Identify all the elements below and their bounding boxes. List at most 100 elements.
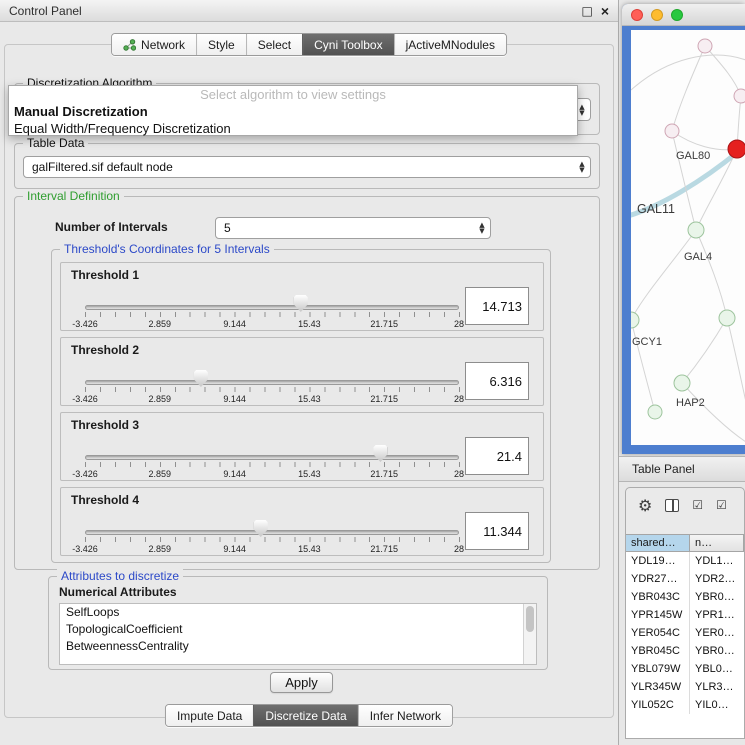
network-tab-icon xyxy=(123,39,136,51)
group-title: Threshold's Coordinates for 5 Intervals xyxy=(60,242,274,256)
table-cell: YDL19… xyxy=(626,552,690,570)
tab-infer-network[interactable]: Infer Network xyxy=(358,705,452,726)
slider-track[interactable] xyxy=(85,305,459,310)
tab-impute-data[interactable]: Impute Data xyxy=(166,705,253,726)
slider-track[interactable] xyxy=(85,455,459,460)
table-panel-header: Table Panel xyxy=(619,456,745,482)
scale-label: 28 xyxy=(454,394,464,404)
network-node[interactable] xyxy=(698,39,712,53)
tab-label: Cyni Toolbox xyxy=(314,38,382,52)
table-cell: YER054C xyxy=(626,624,690,642)
table-row[interactable]: YBR043CYBR0… xyxy=(626,588,744,606)
tab-network[interactable]: Network xyxy=(112,34,196,55)
tab-select[interactable]: Select xyxy=(246,34,302,55)
table-cell: YIL0… xyxy=(690,696,744,714)
table-row[interactable]: YPR145WYPR1… xyxy=(626,606,744,624)
scrollbar[interactable] xyxy=(523,604,536,664)
network-node[interactable] xyxy=(734,89,745,103)
slider-track[interactable] xyxy=(85,530,459,535)
table-row[interactable]: YLR345WYLR3… xyxy=(626,678,744,696)
list-item[interactable]: BetweennessCentrality xyxy=(60,638,536,655)
interval-definition-group: Interval Definition Number of Intervals … xyxy=(14,196,600,570)
cyni-mode-tab-bar: Impute Data Discretize Data Infer Networ… xyxy=(165,704,453,727)
algorithm-dropdown-popup: Select algorithm to view settings Manual… xyxy=(8,85,578,136)
tab-jactivemnodules[interactable]: jActiveMNodules xyxy=(394,34,506,55)
network-window-titlebar xyxy=(622,4,745,26)
dropdown-option-equal-width-frequency[interactable]: Equal Width/Frequency Discretization xyxy=(9,120,577,137)
zoom-traffic-light-icon[interactable] xyxy=(671,9,683,21)
minimize-traffic-light-icon[interactable] xyxy=(651,9,663,21)
scale-label: -3.426 xyxy=(72,469,98,479)
network-canvas[interactable]: GAL80GAL11GAL4GCY1HAP2 xyxy=(631,30,745,445)
tab-label: Infer Network xyxy=(370,709,441,723)
combo-spinner-icon: ▲▼ xyxy=(474,222,490,234)
dropdown-option-manual-discretization[interactable]: Manual Discretization xyxy=(9,103,577,120)
table-cell: YBR0… xyxy=(690,588,744,606)
checkbox-icon[interactable]: ☑ xyxy=(692,498,703,512)
attributes-list[interactable]: SelfLoops TopologicalCoefficient Between… xyxy=(59,603,537,665)
scale-label: 2.859 xyxy=(149,469,172,479)
threshold-value-field[interactable]: 21.4 xyxy=(465,437,529,475)
scale-label: 15.43 xyxy=(298,394,321,404)
threshold-value-field[interactable]: 11.344 xyxy=(465,512,529,550)
network-edge xyxy=(672,131,696,230)
column-header-shared-name[interactable]: shared… xyxy=(626,535,690,551)
network-node-label: GAL4 xyxy=(684,251,712,263)
threshold-value-field[interactable]: 6.316 xyxy=(465,362,529,400)
table-cell: YER0… xyxy=(690,624,744,642)
window-controls: □ × xyxy=(581,4,609,18)
float-window-icon[interactable]: □ xyxy=(581,4,592,18)
threshold-slider: -3.426 2.859 9.144 15.43 21.715 28 xyxy=(85,413,459,482)
scale-label: 15.43 xyxy=(298,469,321,479)
table-row[interactable]: YDR27…YDR2… xyxy=(626,570,744,588)
tab-cyni-toolbox[interactable]: Cyni Toolbox xyxy=(302,34,393,55)
network-node[interactable] xyxy=(631,312,639,328)
scale-label: 15.43 xyxy=(298,319,321,329)
gear-icon[interactable]: ⚙ xyxy=(638,496,652,515)
table-cell: YBL0… xyxy=(690,660,744,678)
checkbox-icon[interactable]: ☑ xyxy=(716,498,727,512)
close-icon[interactable]: × xyxy=(601,5,609,17)
network-edge xyxy=(672,131,737,150)
number-of-intervals-combo[interactable]: 5 ▲▼ xyxy=(215,217,491,239)
table-cell: YBR043C xyxy=(626,588,690,606)
network-node[interactable] xyxy=(719,310,735,326)
threshold-slider: -3.426 2.859 9.144 15.43 21.715 28 xyxy=(85,338,459,407)
list-item[interactable]: SelfLoops xyxy=(60,604,536,621)
table-row[interactable]: YBL079WYBL0… xyxy=(626,660,744,678)
table-cell: YBR045C xyxy=(626,642,690,660)
table-row[interactable]: YER054CYER0… xyxy=(626,624,744,642)
tab-label: Discretize Data xyxy=(265,709,346,723)
slider-scale: -3.426 2.859 9.144 15.43 21.715 28 xyxy=(85,469,459,479)
network-node[interactable] xyxy=(728,140,745,158)
group-title: Attributes to discretize xyxy=(57,569,183,583)
tab-style[interactable]: Style xyxy=(196,34,246,55)
group-title: Interval Definition xyxy=(23,189,124,203)
list-item[interactable]: TopologicalCoefficient xyxy=(60,621,536,638)
tab-discretize-data[interactable]: Discretize Data xyxy=(253,705,357,726)
numerical-attributes-label: Numerical Attributes xyxy=(59,585,177,599)
network-node[interactable] xyxy=(674,375,690,391)
threshold-panel: Threshold 4 -3.426 2.859 9.144 15.43 21.… xyxy=(60,487,544,556)
threshold-value-field[interactable]: 14.713 xyxy=(465,287,529,325)
network-node[interactable] xyxy=(648,405,662,419)
close-traffic-light-icon[interactable] xyxy=(631,9,643,21)
tab-label: Impute Data xyxy=(177,709,242,723)
table-row[interactable]: YIL052CYIL0… xyxy=(626,696,744,714)
scale-label: 9.144 xyxy=(223,394,246,404)
network-node[interactable] xyxy=(665,124,679,138)
table-cell: YBR0… xyxy=(690,642,744,660)
apply-button[interactable]: Apply xyxy=(270,672,333,693)
scrollbar-thumb[interactable] xyxy=(526,606,534,632)
table-row[interactable]: YBR045CYBR0… xyxy=(626,642,744,660)
scale-label: 9.144 xyxy=(223,469,246,479)
slider-ticks xyxy=(85,537,460,542)
table-data-combo[interactable]: galFiltered.sif default node ▲▼ xyxy=(23,156,591,178)
network-node[interactable] xyxy=(688,222,704,238)
columns-icon[interactable] xyxy=(665,499,679,512)
slider-track[interactable] xyxy=(85,380,459,385)
column-header-name[interactable]: n… xyxy=(690,535,744,551)
table-row[interactable]: YDL19…YDL1… xyxy=(626,552,744,570)
tab-label: jActiveMNodules xyxy=(406,38,495,52)
network-node-label: GCY1 xyxy=(632,336,662,348)
